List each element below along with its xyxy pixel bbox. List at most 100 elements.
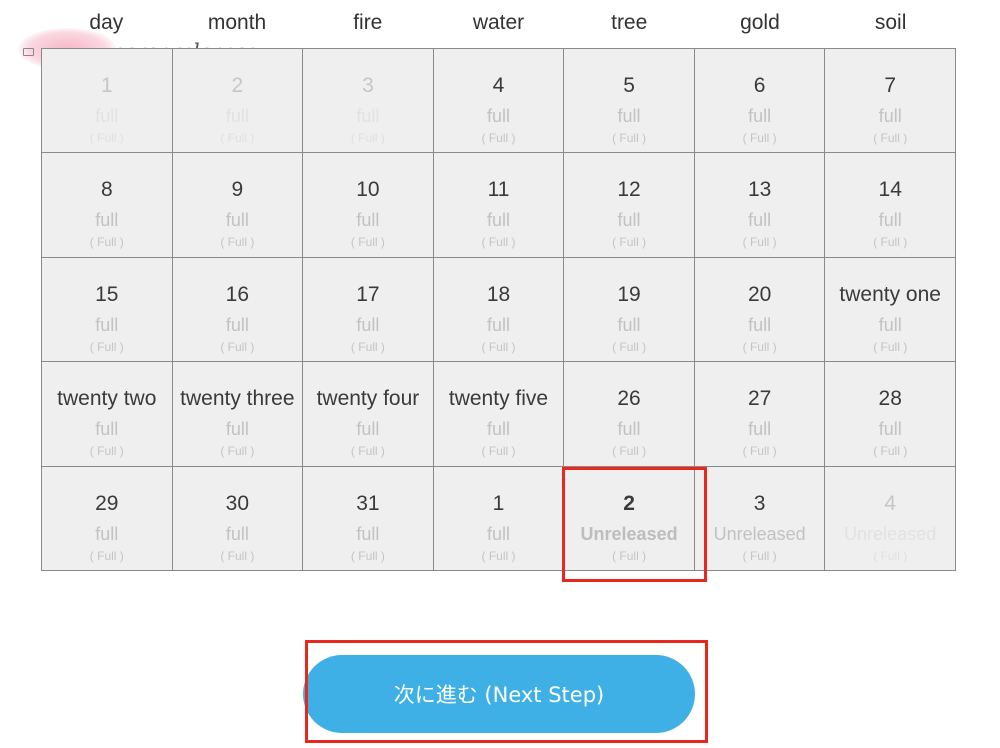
availability-status: full xyxy=(878,106,902,126)
day-label: 5 xyxy=(623,74,635,97)
availability-sub: ( Full ) xyxy=(89,339,124,354)
availability-sub: ( Full ) xyxy=(481,444,516,459)
day-label: 7 xyxy=(884,74,897,97)
day-label: 1 xyxy=(100,74,113,97)
availability-status: full xyxy=(486,210,510,231)
calendar-day-cell[interactable]: 1 full ( Full ) xyxy=(433,466,565,571)
day-label: 11 xyxy=(487,178,510,202)
calendar-day-cell[interactable]: 2 Unreleased ( Full ) xyxy=(564,466,695,571)
availability-status: full xyxy=(356,106,380,126)
availability-sub: ( Full ) xyxy=(742,548,777,563)
availability-status: full xyxy=(356,314,380,335)
calendar-day-cell[interactable]: 28 full ( Full ) xyxy=(825,362,956,467)
calendar-day-cell[interactable]: 17 full ( Full ) xyxy=(303,257,434,363)
calendar-day-cell[interactable]: twenty three full ( Full ) xyxy=(172,362,304,467)
calendar-day-cell: 2 full ( Full ) xyxy=(172,49,304,154)
column-header: soil xyxy=(874,11,907,34)
column-header: gold xyxy=(740,11,780,34)
availability-sub: ( Full ) xyxy=(220,339,255,354)
calendar-day-cell[interactable]: 14 full ( Full ) xyxy=(825,153,956,258)
calendar-day-cell[interactable]: 27 full ( Full ) xyxy=(694,362,826,467)
calendar-day-cell[interactable]: 31 full ( Full ) xyxy=(303,466,434,571)
availability-status: full xyxy=(617,106,641,126)
availability-status: full xyxy=(878,419,902,440)
calendar-day-cell[interactable]: 29 full ( Full ) xyxy=(42,466,173,571)
calendar-day-cell: 4 Unreleased ( Full ) xyxy=(825,466,956,571)
calendar-day-cell[interactable]: twenty one full ( Full ) xyxy=(825,257,956,363)
availability-sub: ( Full ) xyxy=(350,131,385,145)
availability-sub: ( Full ) xyxy=(350,235,385,250)
availability-status: full xyxy=(356,523,380,544)
availability-status: full xyxy=(225,314,249,335)
availability-status: Unreleased xyxy=(844,523,937,544)
calendar-day-cell[interactable]: 7 full ( Full ) xyxy=(825,49,956,154)
calendar-day-cell[interactable]: 9 full ( Full ) xyxy=(172,153,304,258)
calendar-day-cell[interactable]: 30 full ( Full ) xyxy=(172,466,304,571)
day-label: twenty three xyxy=(180,387,295,411)
calendar-header: day month fire water tree gold soil xyxy=(41,8,956,40)
availability-sub: ( Full ) xyxy=(873,339,908,354)
availability-status: full xyxy=(617,314,641,335)
availability-sub: ( Full ) xyxy=(350,444,385,459)
availability-sub: ( Full ) xyxy=(89,131,124,145)
availability-status: full xyxy=(748,314,772,335)
calendar-day-cell[interactable]: 4 full ( Full ) xyxy=(433,49,565,154)
calendar-day-cell[interactable]: 6 full ( Full ) xyxy=(694,49,826,154)
day-label: 15 xyxy=(95,282,119,306)
availability-sub: ( Full ) xyxy=(220,131,255,145)
availability-sub: ( Full ) xyxy=(873,548,908,563)
day-label: 3 xyxy=(362,74,374,97)
availability-sub: ( Full ) xyxy=(742,235,777,250)
calendar-day-cell[interactable]: 26 full ( Full ) xyxy=(564,362,695,467)
availability-status: full xyxy=(225,419,249,440)
day-label: 4 xyxy=(884,491,897,515)
availability-sub: ( Full ) xyxy=(481,131,516,145)
calendar-day-cell[interactable]: twenty four full ( Full ) xyxy=(303,362,434,467)
availability-status: full xyxy=(95,523,119,544)
calendar-day-cell[interactable]: 8 full ( Full ) xyxy=(42,153,173,258)
calendar-day-cell[interactable]: 3 Unreleased ( Full ) xyxy=(694,466,826,571)
calendar-day-cell[interactable]: 13 full ( Full ) xyxy=(694,153,826,258)
day-label: 9 xyxy=(231,178,244,202)
calendar-day-cell[interactable]: 11 full ( Full ) xyxy=(433,153,565,258)
availability-status: full xyxy=(486,523,510,544)
day-label: 27 xyxy=(747,387,772,411)
calendar-day-cell[interactable]: 15 full ( Full ) xyxy=(42,257,173,363)
calendar-day-cell[interactable]: 5 full ( Full ) xyxy=(564,49,695,154)
availability-status: full xyxy=(356,419,380,440)
day-label: 26 xyxy=(617,387,641,411)
calendar-day-cell[interactable]: 16 full ( Full ) xyxy=(172,257,304,363)
availability-status: full xyxy=(878,210,902,231)
day-label: 31 xyxy=(356,491,380,515)
next-step-button[interactable]: 次に進む (Next Step) xyxy=(303,655,695,733)
day-label: 16 xyxy=(225,282,250,306)
availability-status: full xyxy=(95,314,119,335)
calendar-day-cell[interactable]: 12 full ( Full ) xyxy=(564,153,695,258)
day-label: 20 xyxy=(747,282,772,306)
calendar-day-cell[interactable]: 10 full ( Full ) xyxy=(303,153,434,258)
availability-sub: ( Full ) xyxy=(350,548,385,563)
calendar-day-cell[interactable]: 19 full ( Full ) xyxy=(564,257,695,363)
column-header: fire xyxy=(353,11,383,34)
day-label: 2 xyxy=(231,74,244,97)
calendar-day-cell[interactable]: twenty five full ( Full ) xyxy=(433,362,565,467)
calendar-day-cell: 3 full ( Full ) xyxy=(303,49,434,154)
availability-status: full xyxy=(225,523,249,544)
availability-sub: ( Full ) xyxy=(612,339,647,354)
availability-sub: ( Full ) xyxy=(742,444,777,459)
availability-sub: ( Full ) xyxy=(612,444,647,459)
day-label: 6 xyxy=(753,74,766,97)
day-label: 10 xyxy=(356,178,380,202)
availability-status: full xyxy=(95,210,119,231)
availability-sub: ( Full ) xyxy=(742,339,777,354)
day-label: 12 xyxy=(617,178,641,202)
availability-status: full xyxy=(95,106,119,126)
column-header: water xyxy=(472,11,525,34)
availability-sub: ( Full ) xyxy=(612,548,647,563)
availability-sub: ( Full ) xyxy=(220,444,255,459)
day-label: 17 xyxy=(356,282,380,306)
day-label: 8 xyxy=(100,178,113,202)
calendar-day-cell[interactable]: 20 full ( Full ) xyxy=(694,257,826,363)
calendar-day-cell[interactable]: 18 full ( Full ) xyxy=(433,257,565,363)
calendar-day-cell[interactable]: twenty two full ( Full ) xyxy=(42,362,173,467)
